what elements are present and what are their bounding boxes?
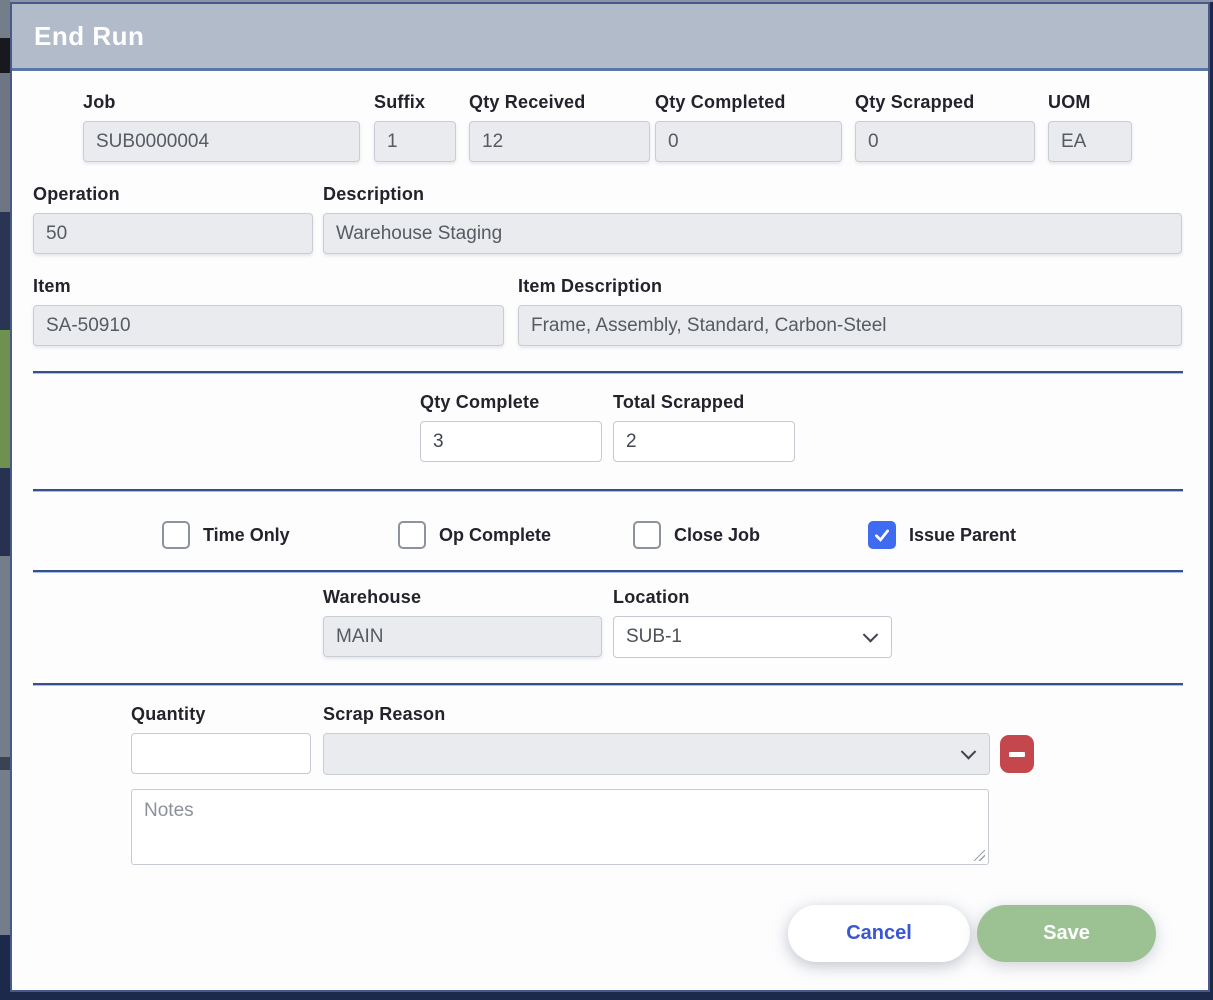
location-label: Location bbox=[613, 587, 892, 608]
description-input bbox=[323, 213, 1182, 254]
section-divider bbox=[33, 371, 1183, 373]
remove-scrap-row-button[interactable] bbox=[1000, 735, 1034, 773]
job-field-group: Job bbox=[83, 92, 360, 162]
time-only-checkbox[interactable] bbox=[162, 521, 190, 549]
chevron-down-icon bbox=[961, 744, 977, 760]
notes-textarea[interactable] bbox=[131, 789, 989, 865]
qty-scrapped-input bbox=[855, 121, 1035, 162]
location-field-group: Location SUB-1 bbox=[613, 587, 892, 658]
scrap-reason-label: Scrap Reason bbox=[323, 704, 990, 725]
qty-completed-field-group: Qty Completed bbox=[655, 92, 842, 162]
background-sliver bbox=[0, 0, 10, 38]
uom-input bbox=[1048, 121, 1132, 162]
time-only-label: Time Only bbox=[203, 525, 290, 546]
checkmark-icon bbox=[873, 526, 891, 544]
qty-scrapped-label: Qty Scrapped bbox=[855, 92, 1035, 113]
suffix-field-group: Suffix bbox=[374, 92, 456, 162]
background-sliver bbox=[0, 73, 10, 212]
section-divider bbox=[33, 489, 1183, 491]
total-scrapped-input[interactable] bbox=[613, 421, 795, 462]
save-button[interactable]: Save bbox=[977, 905, 1156, 962]
background-sliver bbox=[0, 935, 10, 1000]
background-sliver bbox=[0, 770, 10, 935]
warehouse-field-group: Warehouse bbox=[323, 587, 602, 657]
background-sliver bbox=[0, 38, 10, 73]
modal-header: End Run bbox=[12, 4, 1208, 71]
warehouse-label: Warehouse bbox=[323, 587, 602, 608]
item-description-label: Item Description bbox=[518, 276, 1182, 297]
quantity-input[interactable] bbox=[131, 733, 311, 774]
minus-icon bbox=[1009, 752, 1025, 757]
section-divider bbox=[33, 570, 1183, 572]
suffix-label: Suffix bbox=[374, 92, 456, 113]
background-sliver bbox=[0, 212, 10, 330]
background-sliver bbox=[0, 330, 10, 468]
background-sliver bbox=[0, 468, 10, 556]
issue-parent-checkbox-item: Issue Parent bbox=[868, 520, 1016, 550]
item-label: Item bbox=[33, 276, 504, 297]
operation-field-group: Operation bbox=[33, 184, 313, 254]
cancel-button[interactable]: Cancel bbox=[788, 905, 970, 962]
background-sliver bbox=[0, 556, 10, 757]
total-scrapped-field-group: Total Scrapped bbox=[613, 392, 795, 462]
description-label: Description bbox=[323, 184, 1182, 205]
item-description-input bbox=[518, 305, 1182, 346]
end-run-modal: End Run Job Suffix Qty Received Qty Comp… bbox=[10, 2, 1210, 992]
description-field-group: Description bbox=[323, 184, 1182, 254]
uom-field-group: UOM bbox=[1048, 92, 1132, 162]
quantity-field-group: Quantity bbox=[131, 704, 311, 774]
qty-received-label: Qty Received bbox=[469, 92, 650, 113]
location-select-value: SUB-1 bbox=[626, 626, 682, 648]
job-input bbox=[83, 121, 360, 162]
issue-parent-label: Issue Parent bbox=[909, 525, 1016, 546]
op-complete-checkbox[interactable] bbox=[398, 521, 426, 549]
close-job-checkbox-item: Close Job bbox=[633, 520, 760, 550]
suffix-input bbox=[374, 121, 456, 162]
qty-received-field-group: Qty Received bbox=[469, 92, 650, 162]
qty-completed-input bbox=[655, 121, 842, 162]
qty-complete-input[interactable] bbox=[420, 421, 602, 462]
operation-input bbox=[33, 213, 313, 254]
item-field-group: Item bbox=[33, 276, 504, 346]
qty-complete-field-group: Qty Complete bbox=[420, 392, 602, 462]
close-job-checkbox[interactable] bbox=[633, 521, 661, 549]
operation-label: Operation bbox=[33, 184, 313, 205]
op-complete-label: Op Complete bbox=[439, 525, 551, 546]
close-job-label: Close Job bbox=[674, 525, 760, 546]
location-select[interactable]: SUB-1 bbox=[613, 616, 892, 658]
time-only-checkbox-item: Time Only bbox=[162, 520, 290, 550]
scrap-reason-field-group: Scrap Reason bbox=[323, 704, 990, 775]
quantity-label: Quantity bbox=[131, 704, 311, 725]
uom-label: UOM bbox=[1048, 92, 1132, 113]
qty-scrapped-field-group: Qty Scrapped bbox=[855, 92, 1035, 162]
qty-complete-label: Qty Complete bbox=[420, 392, 602, 413]
modal-title: End Run bbox=[34, 21, 144, 52]
op-complete-checkbox-item: Op Complete bbox=[398, 520, 551, 550]
item-description-field-group: Item Description bbox=[518, 276, 1182, 346]
warehouse-input bbox=[323, 616, 602, 657]
chevron-down-icon bbox=[863, 627, 879, 643]
item-input bbox=[33, 305, 504, 346]
job-label: Job bbox=[83, 92, 360, 113]
issue-parent-checkbox[interactable] bbox=[868, 521, 896, 549]
total-scrapped-label: Total Scrapped bbox=[613, 392, 795, 413]
page-root: { "modal": { "title": "End Run" }, "fiel… bbox=[0, 0, 1213, 1000]
section-divider bbox=[33, 683, 1183, 685]
notes-field-group bbox=[131, 789, 989, 865]
qty-completed-label: Qty Completed bbox=[655, 92, 842, 113]
background-sliver bbox=[0, 757, 10, 770]
scrap-reason-select[interactable] bbox=[323, 733, 990, 775]
qty-received-input bbox=[469, 121, 650, 162]
